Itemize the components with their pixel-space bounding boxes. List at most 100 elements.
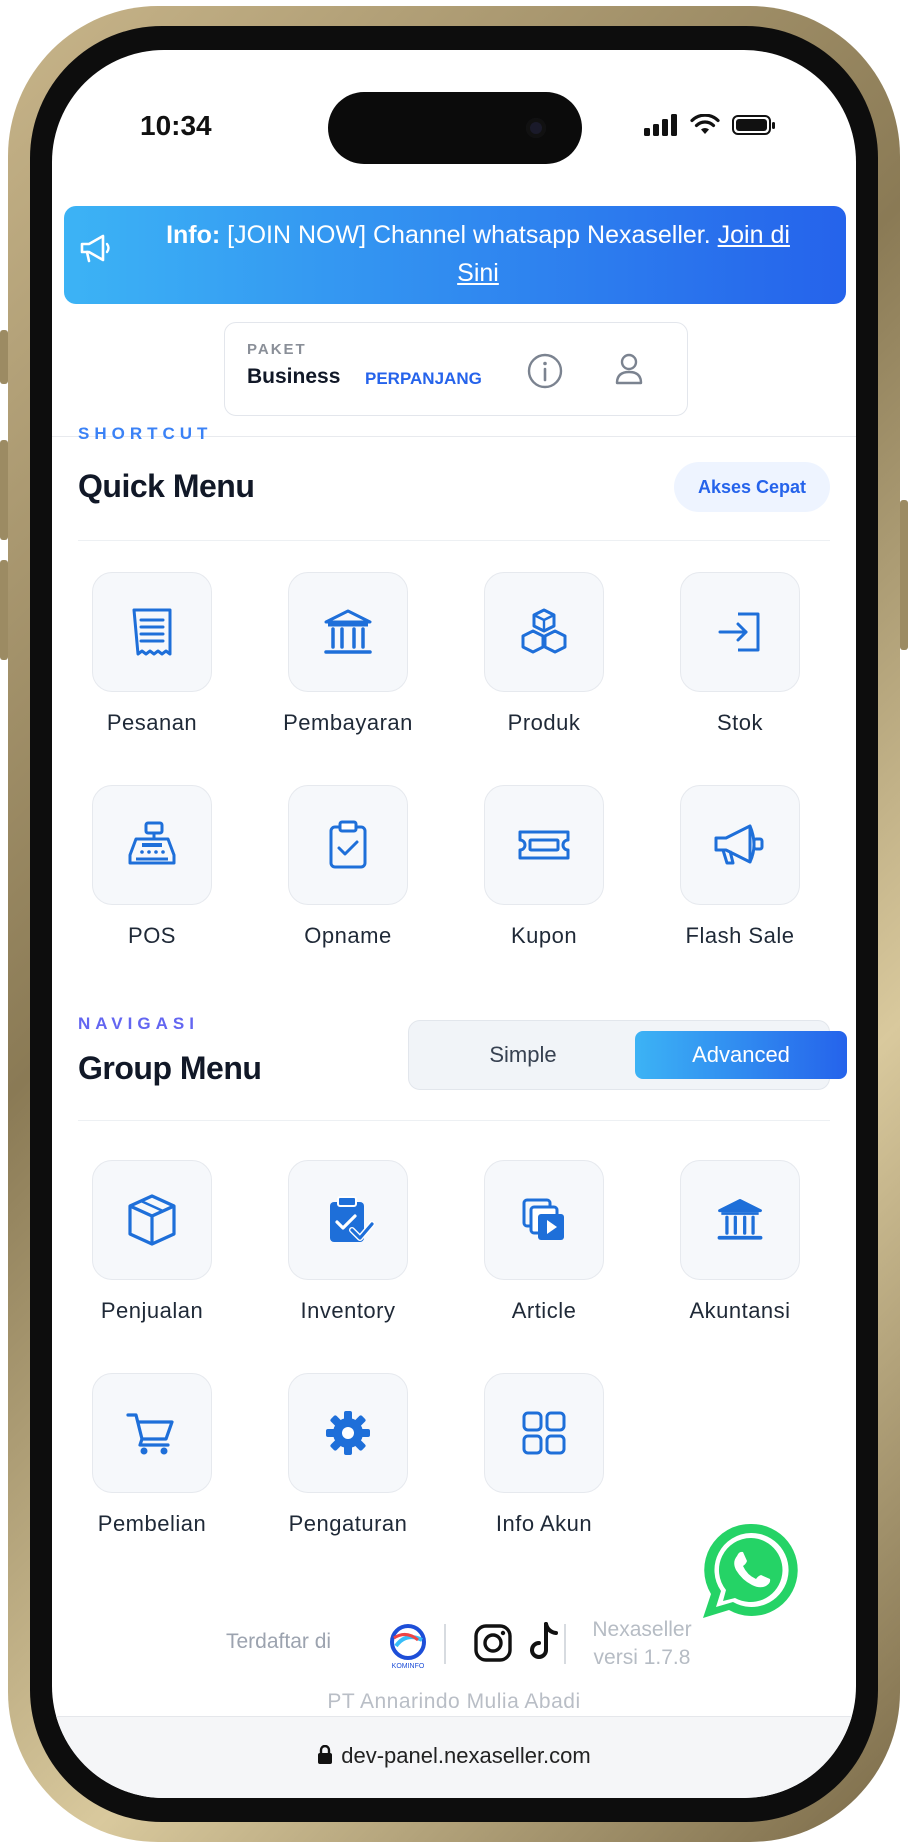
group-menu-divider [78, 1120, 830, 1121]
status-icons [644, 114, 776, 136]
tile-icon-box [288, 572, 408, 692]
tile-icon-box [92, 572, 212, 692]
phone-screen: 10:34 Info: [JOIN NOW] Channel whatsapp … [52, 50, 856, 1798]
quick-access-pill[interactable]: Akses Cepat [674, 462, 830, 512]
tile-icon-box [484, 1160, 604, 1280]
tile-label: Opname [304, 923, 392, 948]
tile-icon-box [484, 572, 604, 692]
signal-icon [644, 114, 677, 136]
version-number: versi 1.7.8 [593, 1646, 691, 1669]
instagram-icon[interactable] [472, 1622, 514, 1664]
version-info: Nexaseller versi 1.7.8 [580, 1616, 704, 1672]
group-menu-title: Group Menu [78, 1050, 262, 1086]
menu-tile-info-akun[interactable]: Info Akun [444, 1373, 644, 1537]
clock: 10:34 [140, 110, 212, 141]
whatsapp-button[interactable] [696, 1518, 806, 1630]
lock-icon [318, 1744, 333, 1764]
banner-message: [JOIN NOW] Channel whatsapp Nexaseller. [227, 221, 711, 249]
tile-label: Stok [716, 710, 764, 735]
megaphone-icon [714, 824, 764, 865]
menu-tile-article[interactable]: Article [444, 1160, 644, 1324]
tile-label: Inventory [300, 1298, 396, 1323]
tile-icon-box [92, 785, 212, 905]
url-text: dev-panel.nexaseller.com [52, 1743, 856, 1769]
clipboard-check-filled-icon [330, 1196, 375, 1242]
action-button [0, 330, 8, 384]
menu-tile-akuntansi[interactable]: Akuntansi [640, 1160, 840, 1324]
menu-tile-penjualan[interactable]: Penjualan [52, 1160, 252, 1324]
menu-tile-pengaturan[interactable]: Pengaturan [248, 1373, 448, 1537]
info-circle-icon[interactable] [525, 351, 565, 391]
view-mode-toggle: Simple Advanced [408, 1020, 847, 1090]
sign-in-icon [718, 612, 760, 652]
registered-text: Terdaftar di [226, 1630, 332, 1653]
banner-prefix: Info: [166, 221, 221, 249]
group-menu-eyebrow: NAVIGASI [78, 1014, 199, 1033]
version-app-name: Nexaseller [592, 1618, 692, 1641]
plan-name: Business [247, 365, 341, 388]
menu-tile-pembelian[interactable]: Pembelian [52, 1373, 252, 1537]
megaphone-icon [80, 234, 110, 263]
menu-tile-pesanan[interactable]: Pesanan [52, 572, 252, 736]
tile-label: Article [511, 1298, 577, 1323]
menu-tile-flash-sale[interactable]: Flash Sale [640, 785, 840, 949]
tile-icon-box [680, 572, 800, 692]
tile-label: Kupon [510, 923, 578, 948]
banner-text: Info: [JOIN NOW] Channel whatsapp Nexase… [124, 216, 832, 292]
tile-icon-box [288, 1160, 408, 1280]
browser-url-bar[interactable]: dev-panel.nexaseller.com [52, 1716, 856, 1798]
menu-tile-inventory[interactable]: Inventory [248, 1160, 448, 1324]
tile-label: Pesanan [106, 710, 198, 735]
tile-label: Penjualan [100, 1298, 204, 1323]
menu-tile-produk[interactable]: Produk [444, 572, 644, 736]
banner-join-link[interactable]: Join di [718, 221, 790, 249]
status-bar: 10:34 [52, 50, 856, 170]
menu-tile-kupon[interactable]: Kupon [444, 785, 644, 949]
banner-join-link-cont[interactable]: Sini [457, 259, 499, 287]
menu-tile-opname[interactable]: Opname [248, 785, 448, 949]
tile-icon-box [680, 1160, 800, 1280]
footer-separator [444, 1624, 446, 1664]
toggle-simple[interactable]: Simple [415, 1031, 631, 1079]
bank-icon [324, 609, 372, 654]
quick-menu-divider [78, 540, 830, 541]
front-camera [526, 118, 546, 138]
menu-tile-pos[interactable]: POS [52, 785, 252, 949]
plan-card: PAKET Business PERPANJANG [224, 322, 688, 416]
grid-icon [522, 1411, 566, 1455]
user-icon[interactable] [609, 349, 649, 389]
tile-icon-box [92, 1160, 212, 1280]
battery-icon [732, 115, 775, 135]
menu-tile-stok[interactable]: Stok [640, 572, 840, 736]
tile-label: Produk [507, 710, 581, 735]
phone-bezel: 10:34 Info: [JOIN NOW] Channel whatsapp … [30, 26, 878, 1822]
dynamic-island [328, 92, 582, 164]
plan-label: PAKET [247, 341, 307, 358]
kominfo-logo[interactable]: KOMINFO [386, 1622, 430, 1670]
package-icon [128, 1194, 176, 1246]
cart-icon [126, 1413, 174, 1455]
tile-label: Pengaturan [288, 1511, 408, 1536]
gear-icon [326, 1411, 370, 1455]
tile-icon-box [484, 785, 604, 905]
tile-label: Info Akun [495, 1511, 593, 1536]
info-banner[interactable]: Info: [JOIN NOW] Channel whatsapp Nexase… [64, 206, 846, 304]
menu-tile-pembayaran[interactable]: Pembayaran [248, 572, 448, 736]
wifi-icon [690, 114, 720, 134]
tile-icon-box [288, 1373, 408, 1493]
tile-label: POS [128, 923, 176, 948]
tile-icon-box [484, 1373, 604, 1493]
clipboard-check-icon [329, 820, 367, 869]
kominfo-text: KOMINFO [392, 1663, 425, 1670]
tile-label: Flash Sale [685, 923, 795, 948]
tile-label: Pembelian [97, 1511, 207, 1536]
toggle-advanced[interactable]: Advanced [635, 1031, 847, 1079]
tile-icon-box [92, 1373, 212, 1493]
receipt-icon [132, 608, 172, 656]
tile-icon-box [288, 785, 408, 905]
company-name: PT Annarindo Mulia Abadi [327, 1690, 581, 1713]
renew-link[interactable]: PERPANJANG [365, 369, 482, 389]
tile-icon-box [680, 785, 800, 905]
cash-register-icon [128, 821, 176, 865]
tiktok-icon[interactable] [524, 1620, 564, 1664]
